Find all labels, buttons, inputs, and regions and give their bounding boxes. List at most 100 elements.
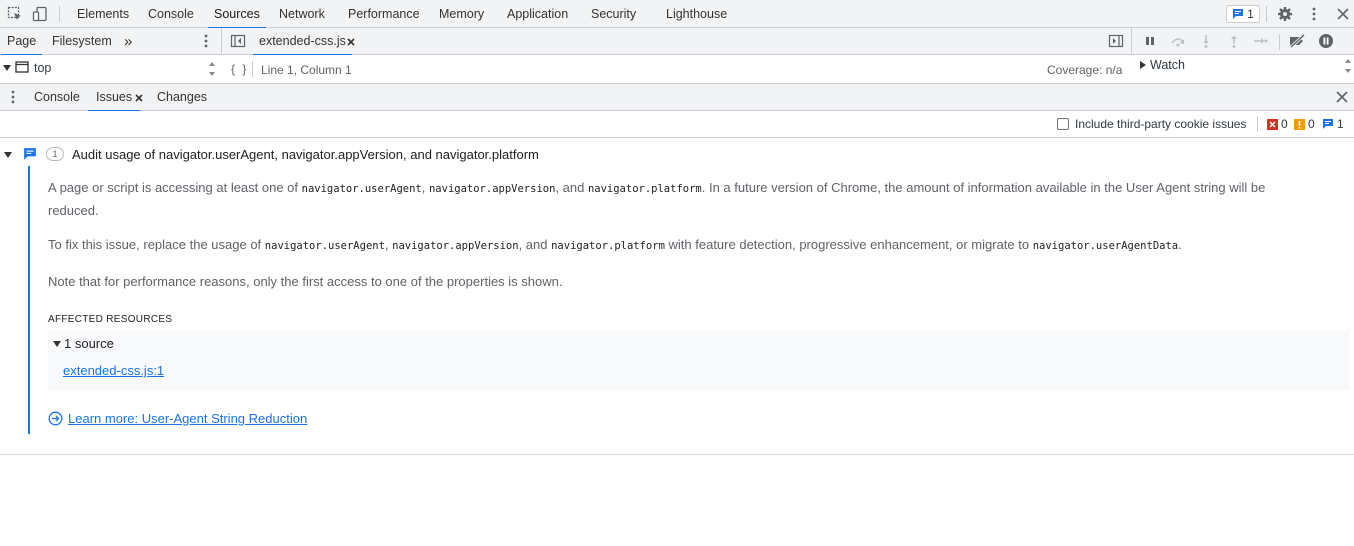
description-text: A page or script is accessing at least o… xyxy=(48,180,302,195)
issues-counter-value: 1 xyxy=(1247,7,1254,21)
scroll-arrows-icon[interactable] xyxy=(1343,57,1353,77)
message-icon xyxy=(1232,8,1244,20)
code-snippet: navigator.userAgentData xyxy=(1032,240,1179,252)
gear-icon[interactable] xyxy=(1277,6,1293,22)
drawer-tabbar: Console Issues Changes xyxy=(0,84,1354,112)
affected-resources-box xyxy=(48,331,1349,390)
drawer-tab-console[interactable]: Console xyxy=(34,84,80,111)
divider xyxy=(0,454,1354,455)
coverage-status: Coverage: n/a xyxy=(1047,63,1123,77)
kebab-icon[interactable] xyxy=(5,89,21,105)
step-icon[interactable] xyxy=(1252,33,1268,49)
info-count: 1 xyxy=(1322,117,1344,131)
description-text: , xyxy=(421,180,429,195)
learn-more-text: Learn more: User-Agent String Reduction xyxy=(68,411,308,426)
triangle-down-icon[interactable] xyxy=(53,340,61,348)
toolbar-divider xyxy=(59,6,60,22)
description-text: , and xyxy=(518,237,552,252)
device-toolbar-icon[interactable] xyxy=(32,6,48,22)
triangle-down-icon[interactable] xyxy=(3,64,11,72)
close-icon[interactable] xyxy=(1335,90,1349,104)
code-snippet: navigator.userAgent xyxy=(264,240,385,252)
main-toolbar: Elements Console Sources Network Perform… xyxy=(0,0,1354,29)
step-into-icon[interactable] xyxy=(1198,33,1214,49)
third-party-checkbox[interactable] xyxy=(1057,118,1069,130)
learn-more-link[interactable]: Learn more: User-Agent String Reduction xyxy=(48,411,307,426)
kebab-icon[interactable] xyxy=(1306,6,1322,22)
code-snippet: navigator.appVersion xyxy=(428,183,556,195)
scroll-arrows-icon[interactable] xyxy=(207,59,217,79)
source-count[interactable]: 1 source xyxy=(64,336,114,351)
drawer-tab-issues[interactable]: Issues xyxy=(87,84,141,112)
close-icon[interactable] xyxy=(346,37,356,47)
tab-sources[interactable]: Sources xyxy=(208,0,266,29)
third-party-label[interactable]: Include third-party cookie issues xyxy=(1075,117,1246,131)
description-text: with feature detection, progressive enha… xyxy=(664,237,1033,252)
issue-description-2: To fix this issue, replace the usage of … xyxy=(48,234,1348,257)
affected-resources-heading: AFFECTED RESOURCES xyxy=(48,314,173,325)
sources-status-bar: top { } Line 1, Column 1 Coverage: n/a W… xyxy=(0,55,1354,84)
more-tabs-button[interactable]: » xyxy=(124,28,132,55)
description-text: . In a future version of Chrome, the amo… xyxy=(701,180,1266,195)
tab-security[interactable]: Security xyxy=(591,0,636,28)
editor-file-tab[interactable]: extended-css.js xyxy=(253,28,352,56)
issue-title[interactable]: Audit usage of navigator.userAgent, navi… xyxy=(72,147,539,162)
description-text: . xyxy=(1178,237,1182,252)
step-over-icon[interactable] xyxy=(1169,33,1187,49)
source-link[interactable]: extended-css.js:1 xyxy=(63,363,164,378)
kebab-icon[interactable] xyxy=(198,33,214,49)
info-count-value: 1 xyxy=(1337,117,1344,131)
cursor-position: Line 1, Column 1 xyxy=(261,63,352,77)
description-text: To fix this issue, replace the usage of xyxy=(48,237,265,252)
deactivate-breakpoints-icon[interactable] xyxy=(1288,33,1306,49)
step-out-icon[interactable] xyxy=(1226,33,1242,49)
triangle-right-icon[interactable] xyxy=(1140,61,1146,69)
close-icon[interactable] xyxy=(134,93,144,103)
code-snippet: navigator.userAgent xyxy=(301,183,422,195)
code-snippet: navigator.platform xyxy=(551,240,665,252)
issues-counter-button[interactable]: 1 xyxy=(1226,5,1260,23)
watch-section[interactable]: Watch xyxy=(1150,58,1185,72)
warning-count: 0 xyxy=(1294,117,1315,131)
code-snippet: navigator.appVersion xyxy=(392,240,519,252)
message-icon xyxy=(1322,118,1334,130)
tab-elements[interactable]: Elements xyxy=(77,0,129,28)
error-count-value: 0 xyxy=(1281,117,1288,131)
frame-label[interactable]: top xyxy=(34,61,51,75)
tab-memory[interactable]: Memory xyxy=(439,0,484,28)
toolbar-divider xyxy=(1279,34,1280,50)
inspect-element-icon[interactable] xyxy=(7,6,23,22)
description-text: , and xyxy=(555,180,588,195)
tab-application[interactable]: Application xyxy=(507,0,568,28)
tab-page[interactable]: Page xyxy=(0,28,43,56)
description-text: reduced. xyxy=(48,203,99,218)
pretty-print-button[interactable]: { } xyxy=(231,62,248,76)
toolbar-divider xyxy=(252,61,253,77)
toggle-debugger-icon[interactable] xyxy=(1108,33,1124,49)
pause-on-exceptions-icon[interactable] xyxy=(1318,33,1334,49)
warning-icon xyxy=(1294,118,1305,130)
frame-icon xyxy=(15,61,29,73)
issue-note: Note that for performance reasons, only … xyxy=(48,274,563,289)
drawer-tab-issues-label: Issues xyxy=(96,90,133,104)
toolbar-divider xyxy=(1257,116,1258,132)
triangle-down-icon[interactable] xyxy=(4,151,12,159)
arrow-circle-icon xyxy=(48,411,63,426)
pause-icon[interactable] xyxy=(1142,33,1158,49)
tab-lighthouse[interactable]: Lighthouse xyxy=(666,0,727,28)
code-snippet: navigator.platform xyxy=(587,183,702,195)
tab-performance[interactable]: Performance xyxy=(348,0,420,28)
tab-network[interactable]: Network xyxy=(279,0,325,28)
warning-count-value: 0 xyxy=(1308,117,1315,131)
tab-console[interactable]: Console xyxy=(148,0,194,28)
toggle-navigator-icon[interactable] xyxy=(230,33,246,49)
issues-toolbar: Include third-party cookie issues 0 0 1 xyxy=(0,111,1354,138)
issue-count-badge: 1 xyxy=(46,147,64,161)
editor-file-name: extended-css.js xyxy=(259,34,346,48)
drawer-tab-changes[interactable]: Changes xyxy=(157,84,207,111)
close-icon[interactable] xyxy=(1335,6,1351,22)
error-icon xyxy=(1267,118,1278,130)
toolbar-divider xyxy=(1266,6,1267,22)
tab-filesystem[interactable]: Filesystem xyxy=(52,28,112,55)
issue-description-1: A page or script is accessing at least o… xyxy=(48,177,1348,221)
